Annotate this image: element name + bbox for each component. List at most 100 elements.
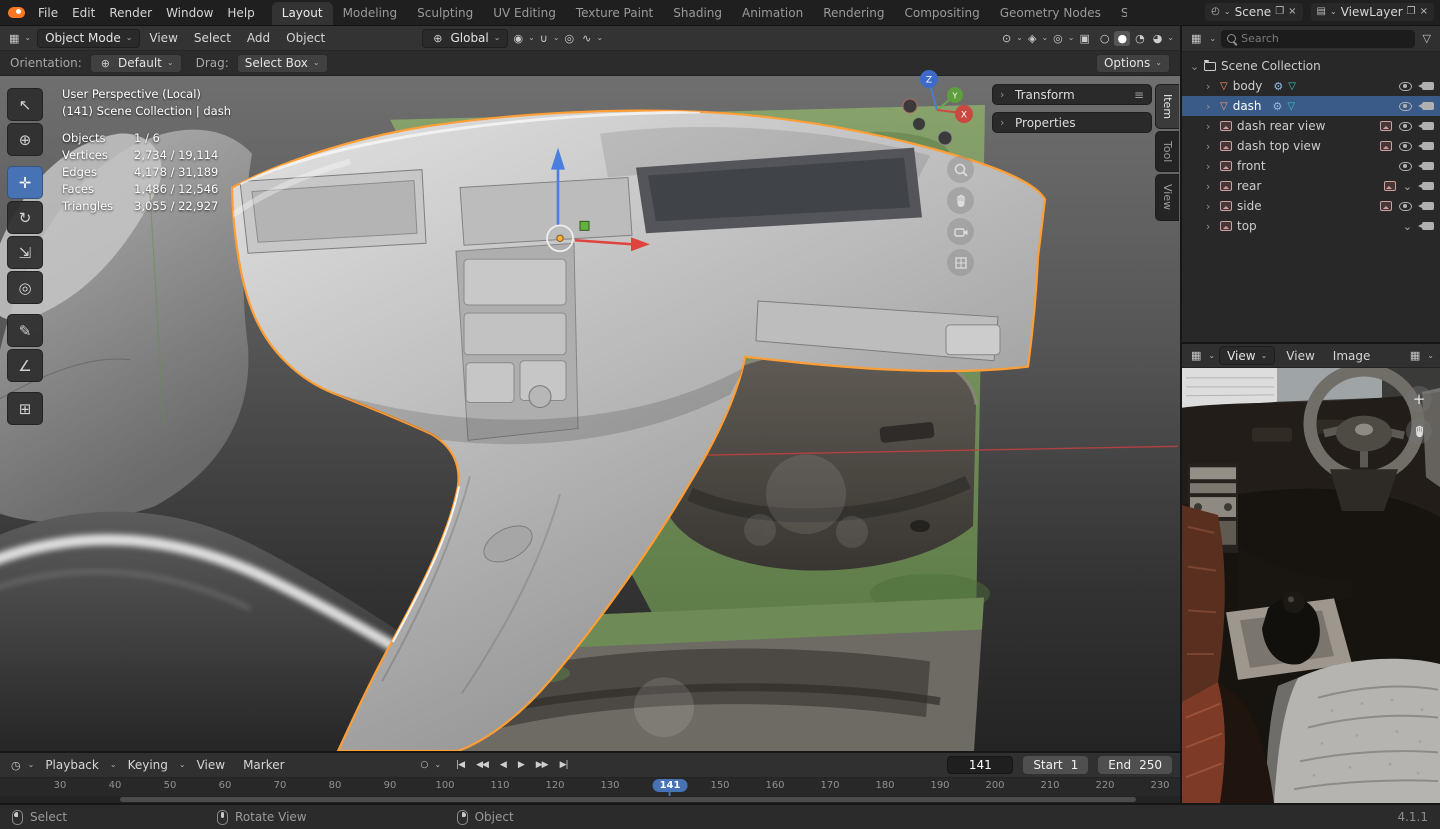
play-reverse-button[interactable]: ◀ [495,758,511,772]
shading-material-button[interactable]: ◔ [1132,31,1148,46]
next-keyframe-button[interactable]: ▶▶ [531,758,553,772]
tool-measure[interactable]: ∠ [7,349,43,382]
hidden-eye-closed-icon[interactable]: ⌄ [1403,181,1412,192]
outliner-row-dash[interactable]: › ▽ dash ⚙ ▽ [1182,96,1440,116]
new-scene-icon[interactable]: ❐ [1275,6,1284,17]
chevron-down-icon[interactable]: ⌄ [1190,60,1199,73]
render-visibility-camera-icon[interactable] [1418,202,1434,210]
new-viewlayer-icon[interactable]: ❐ [1407,6,1416,17]
menu-timeline-view[interactable]: View [190,755,232,775]
image-mode-dropdown[interactable]: View ⌄ [1219,346,1276,365]
image-pan-button[interactable] [1406,418,1432,444]
tab-compositing[interactable]: Compositing [894,2,989,25]
outliner-row-rear[interactable]: › rear ⌄ [1182,176,1440,196]
outliner-row-front[interactable]: › front [1182,156,1440,176]
menu-select[interactable]: Select [187,28,238,48]
render-visibility-camera-icon[interactable] [1418,102,1434,110]
chevron-right-icon[interactable]: › [1206,220,1215,233]
shading-rendered-button[interactable]: ◕ [1150,31,1166,46]
chevron-right-icon[interactable]: › [1206,160,1215,173]
drag-setting-dropdown[interactable]: Select Box ⌄ [236,53,328,73]
image-browse-icon[interactable]: ▦ [1407,350,1423,361]
previous-keyframe-button[interactable]: ◀◀ [471,758,493,772]
chevron-right-icon[interactable]: › [1206,180,1215,193]
frame-start-field[interactable]: Start 1 [1023,756,1089,774]
hide-toggle-eye-icon[interactable] [1399,101,1412,111]
chevron-right-icon[interactable]: › [1206,140,1215,153]
auto-keying-button[interactable]: ○ [416,758,433,772]
gizmo-dropdown[interactable]: ◈ ⌄ [1025,33,1048,44]
zoom-button[interactable] [947,156,974,183]
menu-keying[interactable]: Keying [121,755,175,775]
outliner-row-scene-collection[interactable]: ⌄ Scene Collection [1182,56,1440,76]
editor-type-icon[interactable]: ▦ [6,33,22,44]
orthographic-toggle-button[interactable] [947,249,974,276]
tool-rotate[interactable]: ↻ [7,201,43,234]
tab-rendering[interactable]: Rendering [813,2,894,25]
timeline-editor-icon[interactable]: ◷ [8,760,24,771]
blender-logo[interactable] [8,7,25,18]
chevron-right-icon[interactable]: › [1206,100,1215,113]
menu-object[interactable]: Object [279,28,332,48]
scene-selector[interactable]: ◴ ⌄ Scene ❐ × [1205,2,1303,21]
hide-toggle-eye-icon[interactable] [1399,161,1412,171]
hide-toggle-eye-icon[interactable] [1399,121,1412,131]
outliner-row-body[interactable]: › ▽ body ⚙ ▽ [1182,76,1440,96]
shading-wireframe-button[interactable]: ○ [1097,31,1113,46]
n-panel-tab-view[interactable]: View [1155,174,1179,221]
current-frame-indicator[interactable]: 141 [652,779,688,792]
snap-toggle[interactable]: ∪ ⌄ [537,33,560,44]
image-editor-type-icon[interactable]: ▦ [1188,350,1204,361]
menu-add[interactable]: Add [240,28,277,48]
current-frame-field[interactable]: 141 [947,756,1014,774]
timeline-scrollbar[interactable] [0,796,1180,803]
menu-playback[interactable]: Playback [38,755,106,775]
delete-scene-icon[interactable]: × [1288,6,1296,17]
outliner-row-dash-rear-view[interactable]: › dash rear view [1182,116,1440,136]
play-button[interactable]: ▶ [513,758,529,772]
menu-image-view[interactable]: View [1279,346,1321,366]
timeline-ruler[interactable]: 30 40 50 60 70 80 90 100 110 120 130 150… [0,778,1180,796]
shading-solid-button[interactable]: ● [1114,30,1131,46]
menu-marker[interactable]: Marker [236,755,291,775]
chevron-right-icon[interactable]: › [1206,80,1215,93]
render-visibility-camera-icon[interactable] [1418,222,1434,230]
options-dropdown[interactable]: Options ⌄ [1095,53,1170,73]
n-panel-tab-item[interactable]: Item [1155,84,1179,130]
chevron-right-icon[interactable]: › [1206,120,1215,133]
orientation-setting-dropdown[interactable]: ⊕ Default ⌄ [89,53,182,73]
tab-animation[interactable]: Animation [732,2,813,25]
scrollbar-handle[interactable] [120,797,1136,802]
panel-properties[interactable]: › Properties [992,112,1152,133]
menu-image[interactable]: Image [1326,346,1378,366]
xray-toggle-icon[interactable]: ▣ [1076,33,1092,44]
camera-view-button[interactable] [947,218,974,245]
panel-transform[interactable]: › Transform ≡ [992,84,1152,105]
menu-render[interactable]: Render [102,3,159,23]
tool-select-box[interactable]: ↖ [7,88,43,121]
filter-funnel-icon[interactable]: ▽ [1420,33,1434,44]
tab-texture-paint[interactable]: Texture Paint [566,2,663,25]
chevron-right-icon[interactable]: › [1206,200,1215,213]
jump-to-start-button[interactable]: |◀ [451,758,469,772]
axis-neg-x[interactable] [902,98,918,114]
menu-file[interactable]: File [31,3,65,23]
outliner-editor-icon[interactable]: ▦ [1188,33,1204,44]
tab-scripting-truncated[interactable]: S [1111,2,1127,25]
hide-toggle-eye-icon[interactable] [1399,201,1412,211]
overlays-dropdown[interactable]: ◎ ⌄ [1050,33,1074,44]
image-zoom-button[interactable]: + [1406,386,1432,412]
render-visibility-camera-icon[interactable] [1418,182,1434,190]
pivot-dropdown[interactable]: ◉ ⌄ [510,33,534,44]
tool-annotate[interactable]: ✎ [7,314,43,347]
menu-view[interactable]: View [142,28,184,48]
menu-help[interactable]: Help [220,3,261,23]
render-visibility-camera-icon[interactable] [1418,122,1434,130]
tab-uv-editing[interactable]: UV Editing [483,2,566,25]
render-visibility-camera-icon[interactable] [1418,82,1434,90]
jump-to-end-button[interactable]: ▶| [555,758,573,772]
tool-transform[interactable]: ◎ [7,271,43,304]
render-visibility-camera-icon[interactable] [1418,162,1434,170]
hide-toggle-eye-icon[interactable] [1399,141,1412,151]
navigation-axis-gizmo[interactable]: Z Y X [898,68,976,149]
